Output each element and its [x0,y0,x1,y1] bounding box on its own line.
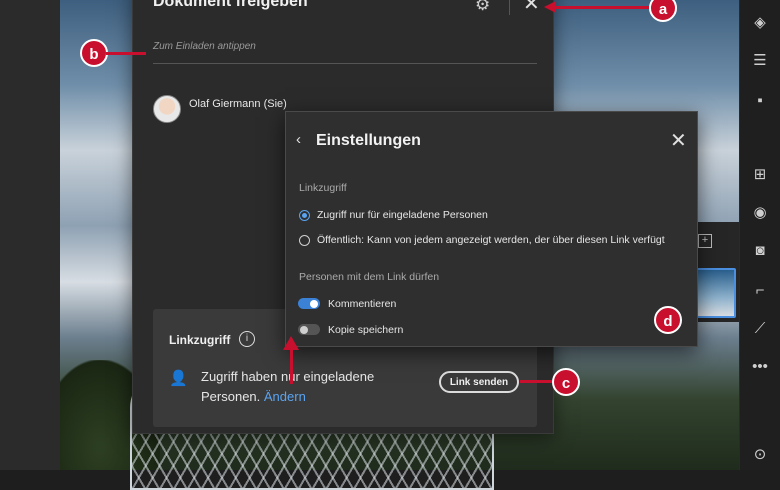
comment-icon[interactable]: ▪ [751,92,769,110]
radio-public[interactable] [299,235,310,246]
toggle-save-copy[interactable] [298,324,320,335]
callout-b-line [106,52,146,55]
toggle-save-copy-label: Kopie speichern [328,324,404,336]
callout-c-line [520,380,552,383]
left-gutter [0,0,60,470]
gear-icon[interactable]: ⚙ [475,0,490,15]
add-layer-icon[interactable]: + [698,234,712,248]
change-link[interactable]: Ändern [264,389,306,404]
option-invited-only-label[interactable]: Zugriff nur für eingeladene Personen [317,209,488,221]
toggle-comment[interactable] [298,298,320,309]
link-access-text: Zugriff haben nur eingeladene Personen. … [201,367,401,407]
invite-input[interactable]: Zum Einladen antippen [153,41,537,64]
up-arrow-line [290,346,293,384]
restricted-person-icon: 👤 [169,370,188,387]
link-access-label: Linkzugriff [299,182,347,194]
visibility-icon[interactable]: ◉ [751,204,769,222]
settings-panel: ‹ Einstellungen ✕ Linkzugriff Zugriff nu… [285,111,698,347]
send-link-button[interactable]: Link senden [439,371,519,393]
more-icon[interactable]: ••• [751,358,769,376]
settings-close-icon[interactable]: ✕ [670,128,687,153]
share-dialog-title: Dokument freigeben [153,0,308,10]
callout-d: d [654,306,682,334]
mask-icon[interactable]: ◙ [751,242,769,260]
toggle-comment-label: Kommentieren [328,298,397,310]
settings-title: Einstellungen [316,132,421,149]
radio-invited-only[interactable] [299,210,310,221]
permissions-label: Personen mit dem Link dürfen [299,271,440,283]
layers-icon[interactable]: ◈ [751,14,769,32]
back-chevron-icon[interactable]: ‹ [296,131,301,148]
clip-icon[interactable]: ⌐ [751,282,769,300]
info-icon[interactable]: i [239,331,255,347]
divider [509,0,510,15]
zoom-icon[interactable]: ⊙ [751,446,769,464]
close-icon[interactable]: ✕ [523,0,540,16]
up-arrowhead [283,336,299,350]
adjustments-icon[interactable]: ☰ [751,52,769,70]
layer-thumbnail[interactable] [696,268,736,318]
callout-a-arrowhead [544,1,556,13]
right-toolbar: ◈ ☰ ▪ ⊞ ◉ ◙ ⌐ ⟋ ••• ⊙ [739,0,780,470]
option-public-label[interactable]: Öffentlich: Kann von jedem angezeigt wer… [317,234,665,246]
link-access-title: Linkzugriff [169,333,231,347]
callout-a-arrow [553,6,651,9]
add-layer-toolbar-icon[interactable]: ⊞ [751,166,769,184]
fill-icon[interactable]: ⟋ [751,320,769,338]
callout-b: b [80,39,108,67]
callout-c: c [552,368,580,396]
user-name: Olaf Giermann (Sie) [189,98,287,110]
avatar [153,95,181,123]
